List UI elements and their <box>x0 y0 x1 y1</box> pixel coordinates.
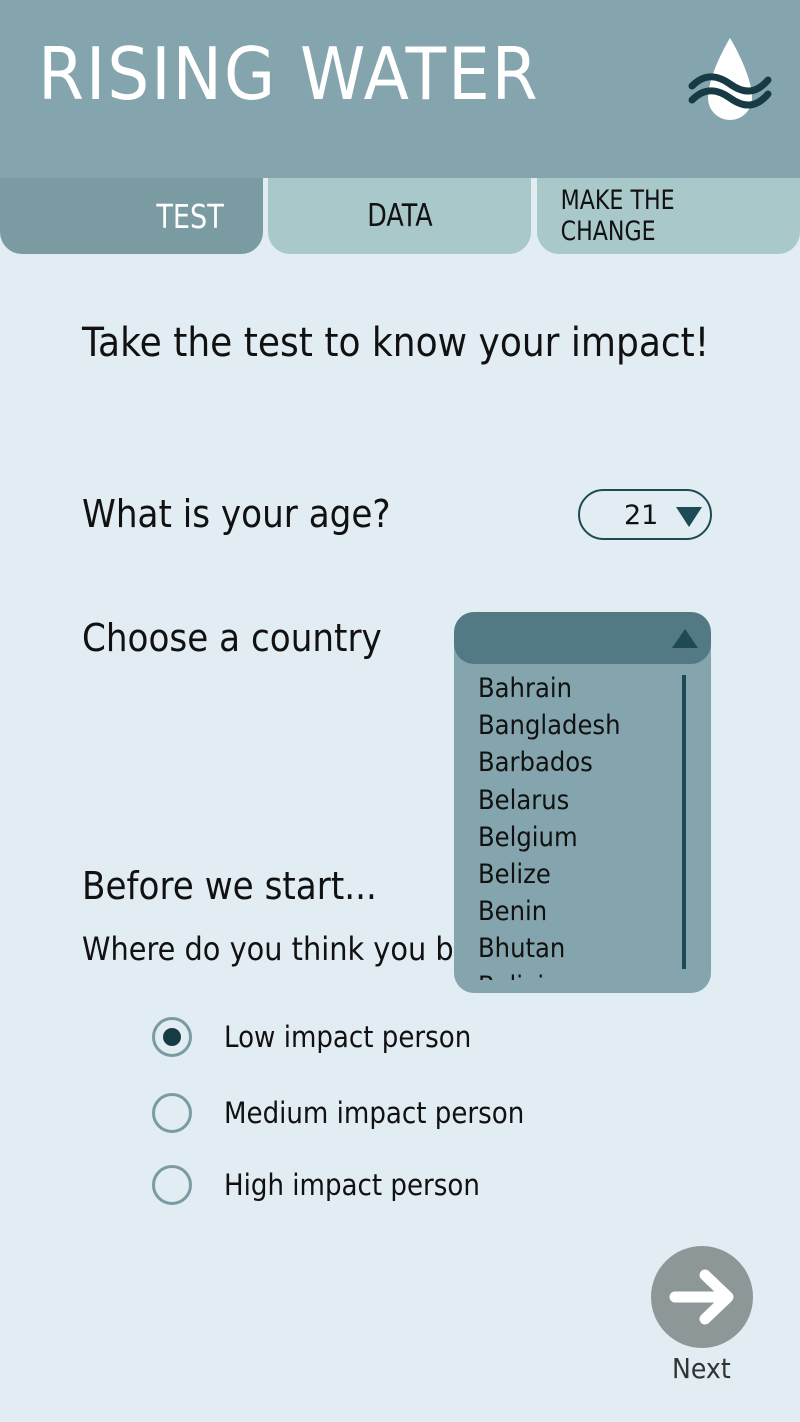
next-label: Next <box>672 1352 731 1385</box>
app-header: RISING WATER <box>0 0 800 178</box>
age-select-value: 21 <box>624 500 659 531</box>
tab-data[interactable]: DATA <box>268 178 531 254</box>
impact-option-label: Low impact person <box>224 1020 472 1054</box>
radio-button[interactable] <box>152 1017 192 1057</box>
caret-down-icon <box>676 507 702 527</box>
impact-option-label: High impact person <box>224 1168 480 1202</box>
country-option[interactable]: Belgium <box>454 819 684 856</box>
radio-selected-dot <box>163 1028 181 1046</box>
age-select[interactable]: 21 <box>578 489 712 540</box>
before-we-start-heading: Before we start... <box>82 864 377 908</box>
country-question-label: Choose a country <box>82 616 382 660</box>
tab-test-label: TEST <box>156 196 224 236</box>
page-headline: Take the test to know your impact! <box>82 320 710 366</box>
impact-option-medium[interactable]: Medium impact person <box>152 1090 558 1136</box>
app-title: RISING WATER <box>38 32 540 116</box>
tab-test[interactable]: TEST <box>0 178 263 254</box>
country-dropdown[interactable]: Bahrain Bangladesh Barbados Belarus Belg… <box>454 612 711 993</box>
radio-button[interactable] <box>152 1165 192 1205</box>
country-dropdown-toggle[interactable] <box>454 612 711 664</box>
radio-button[interactable] <box>152 1093 192 1133</box>
country-option[interactable]: Bangladesh <box>454 707 684 744</box>
app-screen: RISING WATER TEST DATA MAKE THE CHANGE T… <box>0 0 800 1422</box>
caret-up-icon <box>672 629 698 648</box>
tab-make-the-change-label: MAKE THE CHANGE <box>560 185 675 247</box>
water-drop-waves-icon <box>688 38 772 120</box>
next-button[interactable] <box>651 1246 753 1348</box>
country-option[interactable]: Bhutan <box>454 930 684 967</box>
country-option[interactable]: Belarus <box>454 782 684 819</box>
country-option[interactable]: Barbados <box>454 744 684 781</box>
country-option[interactable]: Bolivia <box>454 968 684 981</box>
tab-data-label: DATA <box>366 198 433 234</box>
impact-option-low[interactable]: Low impact person <box>152 1014 499 1060</box>
where-question-label: Where do you think you b <box>82 930 454 968</box>
country-option[interactable]: Benin <box>454 893 684 930</box>
age-question-label: What is your age? <box>82 492 391 536</box>
impact-option-label: Medium impact person <box>224 1096 525 1130</box>
country-list-scrollbar[interactable] <box>682 675 686 969</box>
impact-option-high[interactable]: High impact person <box>152 1162 508 1208</box>
country-option[interactable]: Belize <box>454 856 684 893</box>
arrow-right-icon <box>669 1269 734 1325</box>
tab-make-the-change[interactable]: MAKE THE CHANGE <box>537 178 800 254</box>
country-option[interactable]: Bahrain <box>454 670 684 707</box>
country-list: Bahrain Bangladesh Barbados Belarus Belg… <box>454 670 684 980</box>
